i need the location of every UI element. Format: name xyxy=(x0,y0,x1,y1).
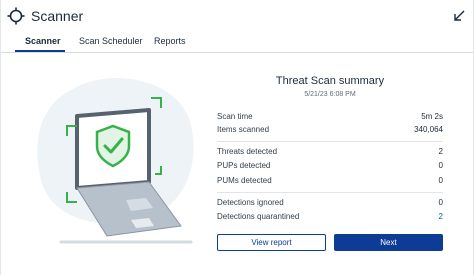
summary-date: 5/21/23 6:08 PM xyxy=(304,91,356,98)
row-label: Items scanned xyxy=(217,125,270,134)
row-detections-ignored: Detections ignored 0 xyxy=(217,198,443,210)
app-title: Scanner xyxy=(31,8,84,24)
divider xyxy=(217,192,443,193)
row-label: PUMs detected xyxy=(217,176,272,185)
row-value: 0 xyxy=(438,198,443,207)
tab-bar: Scanner Scan Scheduler Reports xyxy=(1,32,474,53)
laptop-shield-illustration xyxy=(37,77,194,244)
tab-reports[interactable]: Reports xyxy=(154,36,186,46)
view-report-button[interactable]: View report xyxy=(217,234,326,251)
divider xyxy=(217,141,443,142)
row-items-scanned: Items scanned 340,064 xyxy=(217,125,443,137)
summary-title: Threat Scan summary xyxy=(275,75,385,87)
scanner-window: Scanner Scanner Scan Scheduler Reports T… xyxy=(0,0,474,275)
row-label: PUPs detected xyxy=(217,161,271,170)
row-label: Threats detected xyxy=(217,147,278,156)
scanner-crosshair-icon xyxy=(7,7,25,25)
title-bar: Scanner xyxy=(1,0,474,32)
row-label: Detections quarantined xyxy=(217,212,300,221)
row-detections-quarantined[interactable]: Detections quarantined 2 xyxy=(217,212,443,224)
next-button[interactable]: Next xyxy=(334,234,443,251)
row-scan-time: Scan time 5m 2s xyxy=(217,112,443,124)
tab-scanner[interactable]: Scanner xyxy=(25,36,61,46)
row-threats-detected: Threats detected 2 xyxy=(217,147,443,159)
row-value: 5m 2s xyxy=(421,112,443,121)
row-value: 340,064 xyxy=(414,125,443,134)
row-value: 0 xyxy=(438,176,443,185)
tab-scan-scheduler[interactable]: Scan Scheduler xyxy=(79,36,143,46)
collapse-arrow-icon[interactable] xyxy=(453,10,465,22)
row-label: Scan time xyxy=(217,112,253,121)
row-pups-detected: PUPs detected 0 xyxy=(217,161,443,173)
active-tab-indicator xyxy=(15,50,65,52)
row-value: 0 xyxy=(438,161,443,170)
row-value: 2 xyxy=(438,147,443,156)
quarantined-count-link[interactable]: 2 xyxy=(439,212,443,221)
row-label: Detections ignored xyxy=(217,198,284,207)
row-pums-detected: PUMs detected 0 xyxy=(217,176,443,188)
